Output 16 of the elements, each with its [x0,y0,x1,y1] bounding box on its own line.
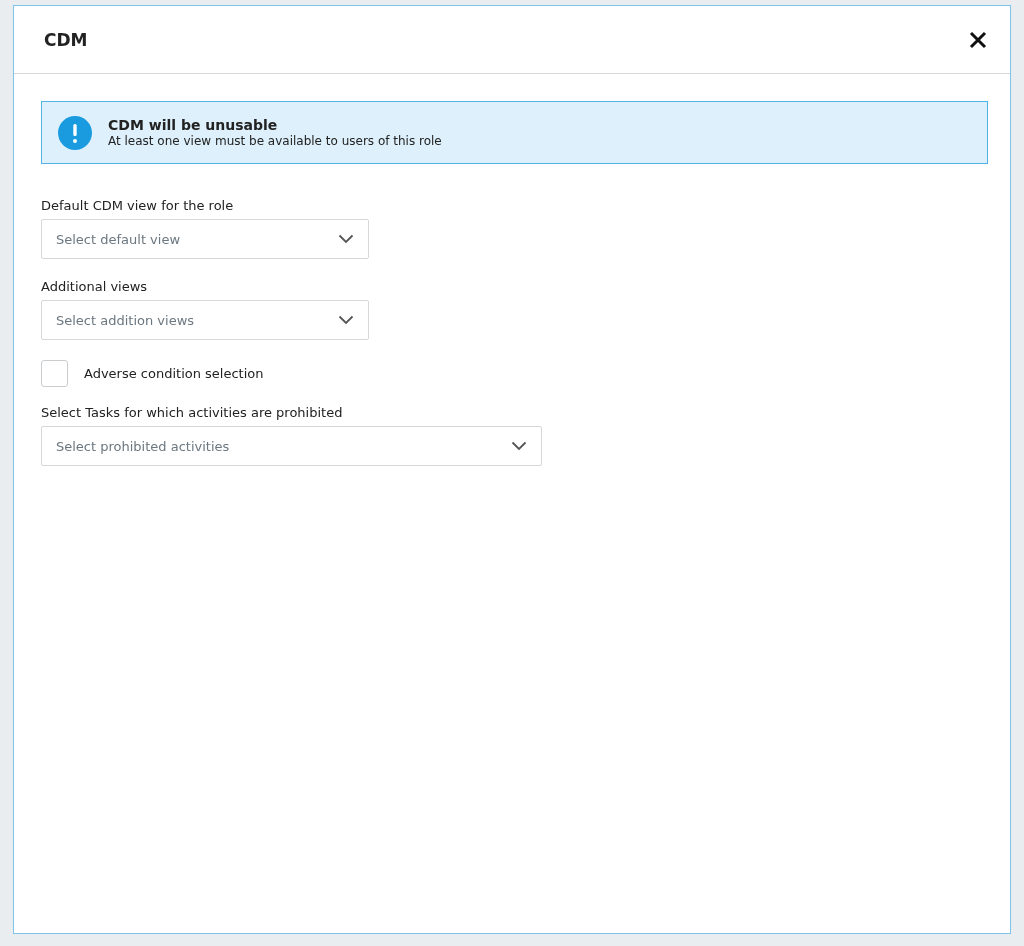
chevron-down-icon [338,315,354,325]
field-label: Default CDM view for the role [41,198,235,213]
dropdown[interactable]: Select default view [41,219,369,259]
field-label: Select Tasks for which activities are prohibited [41,405,344,420]
field-label: Additional views [41,279,149,294]
alert-message: At least one view must be available to users of this role [108,133,442,149]
chevron-down-icon [511,441,527,451]
close-icon [968,29,988,50]
dropdown[interactable]: Select prohibited activities [41,426,542,466]
dropdown[interactable]: Select addition views [41,300,369,340]
alert-title: CDM will be unusable [108,116,279,134]
checkbox[interactable] [41,360,68,387]
checkbox-label: Adverse condition selection [84,366,264,381]
chevron-down-icon [338,234,354,244]
dialog-title: CDM [44,29,88,50]
exclamation-icon [58,115,92,150]
